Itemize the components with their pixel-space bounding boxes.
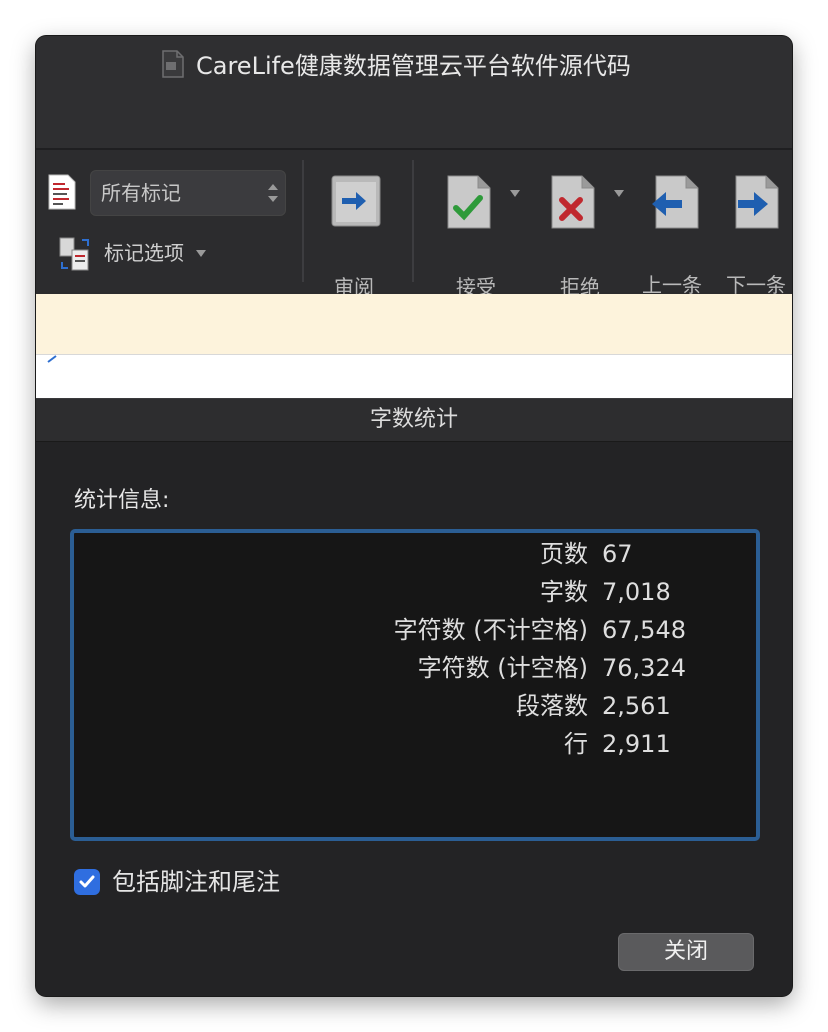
notice-bar	[36, 294, 792, 354]
stat-value: 76,324	[602, 654, 686, 682]
stat-row-pages: 页数 67	[74, 535, 756, 573]
stat-name: 字符数 (计空格)	[417, 654, 588, 682]
markup-document-icon	[48, 174, 76, 210]
markup-options-label[interactable]: 标记选项	[104, 240, 184, 266]
markup-select-value: 所有标记	[101, 181, 181, 205]
insertion-mark-icon	[47, 355, 57, 363]
word-window: CareLife健康数据管理云平台软件源代码 所有标记 标记选项 审阅 接受 拒…	[36, 36, 792, 996]
stat-row-chars-no-spaces: 字符数 (不计空格) 67,548	[74, 611, 756, 649]
stat-row-words: 字数 7,018	[74, 573, 756, 611]
checkmark-icon	[79, 875, 95, 888]
stat-name: 字符数 (不计空格)	[393, 616, 588, 644]
next-change-icon[interactable]	[732, 174, 784, 230]
statistics-label: 统计信息:	[74, 488, 170, 513]
stat-name: 字数	[540, 578, 588, 606]
review-ribbon: 所有标记 标记选项 审阅 接受 拒绝 上一条 下一条	[36, 150, 792, 318]
include-footnotes-checkbox[interactable]	[74, 869, 100, 895]
stat-value: 67,548	[602, 616, 686, 644]
window-title: CareLife健康数据管理云平台软件源代码	[196, 52, 631, 80]
dialog-header: 字数统计	[36, 399, 792, 442]
accept-change-icon[interactable]	[444, 174, 496, 230]
stat-name: 段落数	[516, 692, 588, 720]
word-count-dialog: 字数统计 统计信息: 页数 67 字数 7,018 字符数 (不计空格) 67,…	[36, 398, 792, 996]
stat-name: 行	[564, 730, 588, 758]
stat-name: 页数	[540, 540, 588, 568]
stat-value: 7,018	[602, 578, 671, 606]
title-bar: CareLife健康数据管理云平台软件源代码	[36, 36, 792, 148]
reject-change-icon[interactable]	[548, 174, 600, 230]
include-footnotes-label[interactable]: 包括脚注和尾注	[112, 867, 280, 897]
stat-row-paragraphs: 段落数 2,561	[74, 687, 756, 725]
review-pane-icon[interactable]	[330, 174, 382, 230]
statistics-box: 页数 67 字数 7,018 字符数 (不计空格) 67,548 字符数 (计空…	[70, 529, 760, 841]
ribbon-divider	[412, 160, 414, 282]
previous-change-icon[interactable]	[648, 174, 700, 230]
accept-dropdown-icon[interactable]	[510, 190, 520, 198]
select-stepper-icon	[268, 184, 278, 202]
document-canvas[interactable]	[36, 354, 792, 401]
word-document-icon	[162, 50, 184, 78]
stat-row-lines: 行 2,911	[74, 725, 756, 763]
ribbon-divider	[302, 160, 304, 282]
stat-value: 67	[602, 540, 633, 568]
markup-display-select[interactable]: 所有标记	[90, 170, 286, 216]
reject-dropdown-icon[interactable]	[614, 190, 624, 198]
markup-options-icon[interactable]	[58, 236, 94, 272]
stat-row-chars-with-spaces: 字符数 (计空格) 76,324	[74, 649, 756, 687]
close-button[interactable]: 关闭	[618, 933, 754, 971]
chevron-down-icon	[196, 250, 206, 257]
stat-value: 2,911	[602, 730, 671, 758]
dialog-title: 字数统计	[369, 407, 458, 432]
stat-value: 2,561	[602, 692, 671, 720]
